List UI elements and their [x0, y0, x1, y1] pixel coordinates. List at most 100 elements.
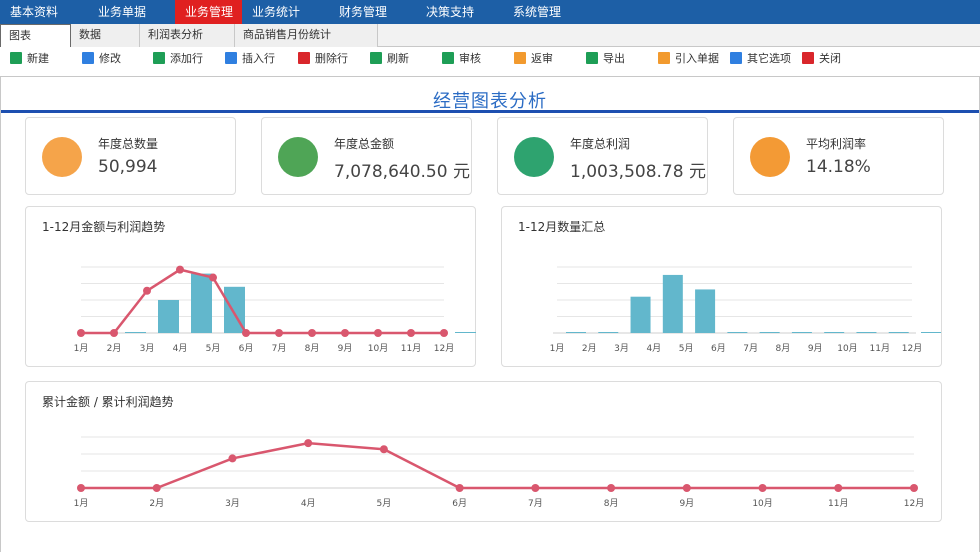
tab-3[interactable]: 商品销售月份统计	[235, 24, 378, 47]
series-line	[81, 268, 444, 335]
toolbar-square-icon	[153, 52, 165, 64]
menu-item-4[interactable]: 财务管理	[329, 0, 416, 24]
bar-2月	[125, 332, 146, 333]
menu-item-6[interactable]: 系统管理	[503, 0, 590, 24]
toolbar-square-icon	[586, 52, 598, 64]
point-9月	[341, 329, 349, 337]
stat-value: 50,994	[98, 157, 158, 177]
x-tick-label: 3月	[225, 498, 240, 509]
x-tick-label: 8月	[776, 343, 791, 354]
stat-label: 平均利润率	[806, 137, 867, 151]
tab-0[interactable]: 图表	[0, 24, 71, 47]
tab-2[interactable]: 利润表分析	[140, 24, 235, 47]
x-tick-label: 3月	[614, 343, 629, 354]
menu-item-5[interactable]: 决策支持	[416, 0, 503, 24]
point-7月	[275, 329, 283, 337]
point-6月	[455, 484, 464, 492]
bar-10月	[856, 332, 877, 333]
toolbar-square-icon	[298, 52, 310, 64]
x-tick-label: 7月	[272, 343, 287, 354]
x-tick-label: 1月	[74, 498, 89, 509]
toolbar-square-icon	[802, 52, 814, 64]
toolbar-button-11[interactable]: 关闭	[802, 50, 862, 66]
x-tick-label: 11月	[401, 343, 421, 354]
toolbar-square-icon	[10, 52, 22, 64]
toolbar-button-0[interactable]: 新建	[10, 50, 82, 66]
toolbar-square-icon	[730, 52, 742, 64]
toolbar-square-icon	[514, 52, 526, 64]
toolbar-button-5[interactable]: 刷新	[370, 50, 442, 66]
stat-value: 1,003,508.78 元	[570, 162, 706, 182]
bar-2月	[598, 332, 619, 333]
chart-quantity-summary: 1-12月数量汇总 1月 2月 3月 4月 5月 6月 7月 8月 9月 10月 11月 12月	[501, 206, 942, 367]
bar-3月	[630, 296, 651, 333]
bar-7月	[759, 332, 780, 333]
stat-dot-icon	[750, 137, 790, 177]
stat-label: 年度总利润	[570, 137, 631, 151]
point-12月	[440, 329, 448, 337]
x-tick-label: 10月	[368, 343, 388, 354]
stat-label: 年度总金额	[334, 137, 395, 151]
toolbar-button-label: 修改	[99, 52, 121, 65]
menu-item-0[interactable]: 基本资料	[0, 0, 88, 24]
bar-12月	[455, 332, 476, 333]
menu-item-3[interactable]: 业务统计	[242, 0, 329, 24]
x-tick-label: 10月	[837, 343, 857, 354]
toolbar-button-7[interactable]: 返审	[514, 50, 586, 66]
x-tick-label: 10月	[752, 498, 772, 509]
x-tick-label: 5月	[679, 343, 694, 354]
toolbar-button-label: 其它选项	[747, 52, 791, 65]
title-divider	[1, 110, 979, 113]
toolbar-square-icon	[225, 52, 237, 64]
x-tick-label: 6月	[239, 343, 254, 354]
toolbar-square-icon	[442, 52, 454, 64]
bar-1月	[566, 332, 586, 333]
x-tick-label: 11月	[828, 498, 848, 509]
bar-5月	[695, 289, 716, 333]
toolbar-button-4[interactable]: 删除行	[298, 50, 370, 66]
menu-item-2[interactable]: 业务管理	[175, 0, 242, 24]
toolbar-button-label: 返审	[531, 52, 553, 65]
x-tick-label: 1月	[550, 343, 565, 354]
toolbar-square-icon	[370, 52, 382, 64]
toolbar-button-label: 插入行	[242, 52, 275, 65]
toolbar-square-icon	[82, 52, 94, 64]
tab-1[interactable]: 数据	[71, 24, 140, 47]
menu-item-1[interactable]: 业务单据	[88, 0, 175, 24]
stat-card-amount: 年度总金额 7,078,640.50 元	[261, 117, 472, 195]
x-tick-label: 3月	[140, 343, 155, 354]
x-tick-label: 5月	[206, 343, 221, 354]
stat-card-margin: 平均利润率 14.18%	[733, 117, 944, 195]
bar-3月	[158, 300, 179, 333]
stat-card-profit: 年度总利润 1,003,508.78 元	[497, 117, 708, 195]
toolbar-button-6[interactable]: 审核	[442, 50, 514, 66]
toolbar-button-1[interactable]: 修改	[82, 50, 153, 66]
point-3月	[228, 454, 237, 463]
x-tick-label: 1月	[74, 343, 89, 354]
toolbar-button-9[interactable]: 引入单据	[658, 50, 730, 66]
toolbar-button-10[interactable]: 其它选项	[730, 50, 802, 66]
toolbar-button-2[interactable]: 添加行	[153, 50, 225, 66]
toolbar-button-8[interactable]: 导出	[586, 50, 658, 66]
point-5月	[209, 273, 217, 282]
stat-dot-icon	[42, 137, 82, 177]
point-1月	[77, 484, 85, 492]
x-tick-label: 11月	[870, 343, 890, 354]
dashboard-panel: 经营图表分析 年度总数量 50,994 年度总金额 7,078,640.50 元…	[0, 76, 980, 552]
x-tick-label: 8月	[305, 343, 320, 354]
point-11月	[834, 484, 843, 492]
chart-cumulative-svg: 1月 2月 3月 4月 5月 6月 7月 8月 9月 10月 11月 12月	[74, 436, 924, 509]
x-tick-label: 8月	[604, 498, 619, 509]
bar-11月	[888, 332, 909, 333]
x-tick-label: 4月	[173, 343, 188, 354]
stat-dot-icon	[514, 137, 554, 177]
toolbar-button-3[interactable]: 插入行	[225, 50, 298, 66]
x-tick-label: 12月	[434, 343, 454, 354]
chart-amount-profit-trend: 1-12月金额与利润趋势 1月 2月 3月 4月 5月 6月 7月 8月 9月 10月 11月 12月	[25, 206, 476, 367]
chart-cumulative-trend: 累计金额 / 累计利润趋势 1月 2月 3月 4月 5月 6月 7月 8月 9月 10月 11月 12…	[25, 381, 942, 522]
x-tick-label: 7月	[743, 343, 758, 354]
x-tick-label: 12月	[904, 498, 924, 509]
point-3月	[143, 286, 151, 295]
bar-4月	[662, 274, 683, 333]
toolbar-button-label: 刷新	[387, 52, 409, 65]
